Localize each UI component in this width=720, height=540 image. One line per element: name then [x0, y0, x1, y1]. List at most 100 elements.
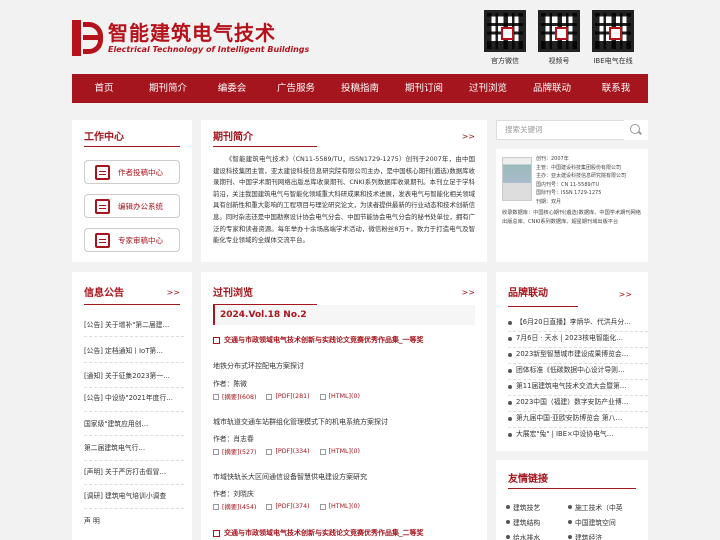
checkbox-icon — [213, 529, 220, 537]
brand-item[interactable]: 团体标准《低碳数据中心设计导则… — [508, 366, 648, 375]
journal-cover-image[interactable] — [502, 157, 532, 201]
divider — [508, 331, 648, 332]
divider — [508, 488, 636, 489]
nav-editorial-board[interactable]: 编委会 — [200, 74, 264, 103]
archive-more-link[interactable]: >> — [462, 288, 475, 297]
friend-link[interactable]: 施工技术（中英 — [568, 502, 623, 512]
checkbox-icon — [213, 336, 220, 344]
divider — [84, 336, 184, 337]
divider — [84, 146, 180, 147]
notice-item[interactable]: 第二届建筑电气行… — [84, 444, 194, 453]
divider — [84, 304, 180, 305]
html-link[interactable]: [HTML](0) — [319, 502, 360, 511]
pdf-link[interactable]: [PDF](281) — [266, 392, 310, 401]
notices-more-link[interactable]: >> — [167, 288, 180, 297]
divider — [84, 362, 184, 363]
checkbox-icon — [213, 448, 219, 455]
section-heading[interactable]: 交通与市政领域电气技术创新与实践论文竞赛优秀作品集_一等奖 — [213, 335, 424, 345]
divider — [213, 146, 317, 147]
nav-subscription[interactable]: 期刊订阅 — [392, 74, 456, 103]
notice-item[interactable]: 国家级"建筑应用创… — [84, 420, 194, 429]
nav-home[interactable]: 首页 — [72, 74, 136, 103]
notice-item[interactable]: [声明] 关于严厉打击假冒… — [84, 468, 194, 477]
article-links: [摘要](608) [PDF](281) [HTML](0) — [213, 392, 370, 401]
notice-item[interactable]: [公告] 定档通知丨IoT第… — [84, 347, 194, 356]
search-icon[interactable] — [624, 120, 648, 140]
divider — [508, 379, 648, 380]
article-title[interactable]: 地铁分布式环控配电方案探讨 — [213, 361, 304, 371]
logo-title-cn: 智能建筑电气技术 — [108, 21, 276, 45]
html-link[interactable]: [HTML](0) — [319, 392, 360, 401]
divider — [508, 427, 648, 428]
editor-office-button[interactable]: 编辑办公系统 — [84, 194, 180, 218]
friend-link[interactable]: 给水排水 — [506, 532, 540, 540]
article-author: 作者：肖志春 — [213, 435, 254, 443]
nav-submission-guide[interactable]: 投稿指南 — [328, 74, 392, 103]
divider — [508, 395, 648, 396]
pdf-link[interactable]: [PDF](374) — [266, 502, 310, 511]
divider — [84, 484, 184, 485]
friend-link[interactable]: 中国建筑空间 — [568, 517, 616, 527]
logo-title-en: Electrical Technology of Intelligent Bui… — [108, 45, 310, 54]
brand-item[interactable]: 大展宏"兔" | IBE×中设协电气… — [508, 430, 648, 439]
qr-code-icon — [538, 10, 580, 52]
checkbox-icon — [266, 393, 273, 400]
brand-linkage-panel: 品牌联动 >> 【6月20日直播】李炳华、代洪兵分… 7月6日 · 天水 | 2… — [496, 272, 648, 451]
brand-item[interactable]: 7月6日 · 天水 | 2023核电智能化… — [508, 334, 648, 343]
site-logo[interactable]: 智能建筑电气技术 Electrical Technology of Intell… — [72, 20, 309, 56]
brand-item[interactable]: 【6月20日直播】李炳华、代洪兵分… — [508, 318, 648, 327]
divider — [508, 363, 648, 364]
checkbox-icon — [319, 393, 326, 400]
friend-link[interactable]: 建筑结构 — [506, 517, 540, 527]
brand-item[interactable]: 第九届中国·亚欧安防博览会 第八… — [508, 414, 648, 423]
article-title[interactable]: 市域快轨长大区间通信设备智慧供电建设方案研究 — [213, 472, 367, 482]
divider — [84, 387, 184, 388]
notice-item[interactable]: [通知] 关于征集2023第一… — [84, 372, 194, 381]
friend-links-panel: 友情链接 建筑技艺 施工技术（中英 建筑结构 中国建筑空间 给水排水 建筑经济 — [496, 460, 648, 540]
author-submission-button[interactable]: 作者投稿中心 — [84, 160, 180, 184]
notices-panel: 信息公告 >> [公告] 关于增补"第二届建… [公告] 定档通知丨IoT第… … — [72, 272, 192, 540]
article-title[interactable]: 城市轨道交通车站群组化管理模式下的机电系统方案探讨 — [213, 417, 388, 427]
html-link[interactable]: [HTML](0) — [319, 447, 360, 456]
work-center-panel: 工作中心 作者投稿中心 编辑办公系统 专家审稿中心 — [72, 120, 192, 262]
checkbox-icon — [213, 393, 219, 400]
expert-review-button[interactable]: 专家审稿中心 — [84, 228, 180, 252]
notice-item[interactable]: 声 明 — [84, 517, 194, 526]
edit-icon — [95, 198, 110, 214]
brand-item[interactable]: 第11届建筑电气技术交流大会暨第… — [508, 382, 648, 391]
checkbox-icon — [319, 503, 326, 510]
nav-archive[interactable]: 过刊浏览 — [456, 74, 520, 103]
friend-link[interactable]: 建筑经济 — [568, 532, 602, 540]
notice-item[interactable]: [调研] 建筑电气培训小调查 — [84, 492, 194, 501]
qr-code-icon — [592, 10, 634, 52]
abstract-link[interactable]: [摘要](608) — [213, 392, 256, 401]
notice-item[interactable]: [公告] 关于增补"第二届建… — [84, 321, 194, 330]
journal-intro-text: 《智能建筑电气技术》（CN11-5589/TU，ISSN1729-1275）创刊… — [213, 155, 476, 245]
archive-panel: 过刊浏览 >> 2024.Vol.18 No.2 交通与市政领域电气技术创新与实… — [201, 272, 487, 540]
brand-linkage-title: 品牌联动 — [508, 288, 548, 299]
intro-more-link[interactable]: >> — [462, 132, 475, 141]
abstract-link[interactable]: [摘要](527) — [213, 447, 256, 456]
nav-ad-service[interactable]: 广告服务 — [264, 74, 328, 103]
qr-video-account: 视频号 — [532, 10, 586, 66]
brand-item[interactable]: 2023新型智慧城市建设成果博览会… — [508, 350, 648, 359]
article-author: 作者：陈微 — [213, 380, 247, 388]
section-heading[interactable]: 交通与市政领域电气技术创新与实践论文竞赛优秀作品集_二等奖 — [213, 528, 424, 538]
notice-item[interactable]: [公告] 中设协"2021年度行… — [84, 394, 194, 403]
notices-title: 信息公告 — [84, 288, 124, 299]
article-links: [摘要](454) [PDF](374) [HTML](0) — [213, 502, 370, 511]
brand-more-link[interactable]: >> — [619, 290, 632, 299]
indexing-description: 收录数据库：中国核心期刊(遴选)数据库、中国学术期刊网络出版总库、CNKI系列数… — [502, 210, 641, 225]
article-links: [摘要](527) [PDF](334) [HTML](0) — [213, 447, 370, 456]
divider — [84, 435, 184, 436]
journal-intro-title: 期刊简介 — [213, 132, 253, 143]
pdf-link[interactable]: [PDF](334) — [266, 447, 310, 456]
friend-link[interactable]: 建筑技艺 — [506, 502, 540, 512]
nav-journal-intro[interactable]: 期刊简介 — [136, 74, 200, 103]
abstract-link[interactable]: [摘要](454) — [213, 502, 256, 511]
issue-heading[interactable]: 2024.Vol.18 No.2 — [213, 305, 475, 325]
brand-item[interactable]: 2023中国（福建）数字安防产业博… — [508, 398, 648, 407]
nav-brand-linkage[interactable]: 品牌联动 — [520, 74, 584, 103]
divider — [84, 508, 184, 509]
nav-contact[interactable]: 联系我 — [584, 74, 648, 103]
